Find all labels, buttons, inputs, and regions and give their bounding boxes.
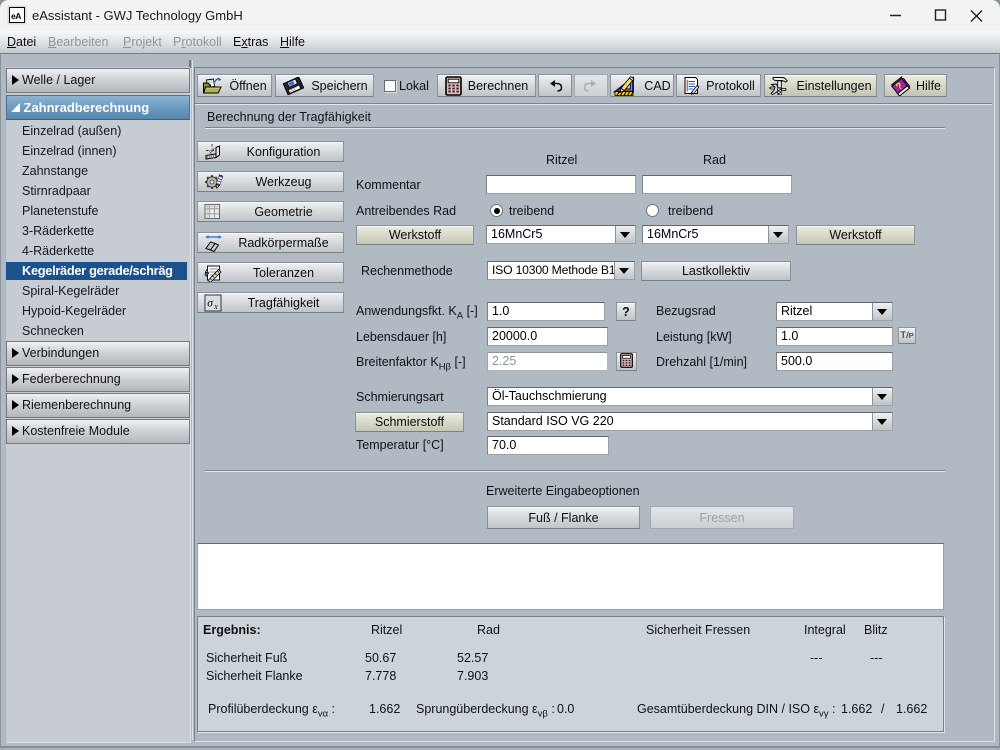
- svg-text:x: x: [213, 302, 218, 311]
